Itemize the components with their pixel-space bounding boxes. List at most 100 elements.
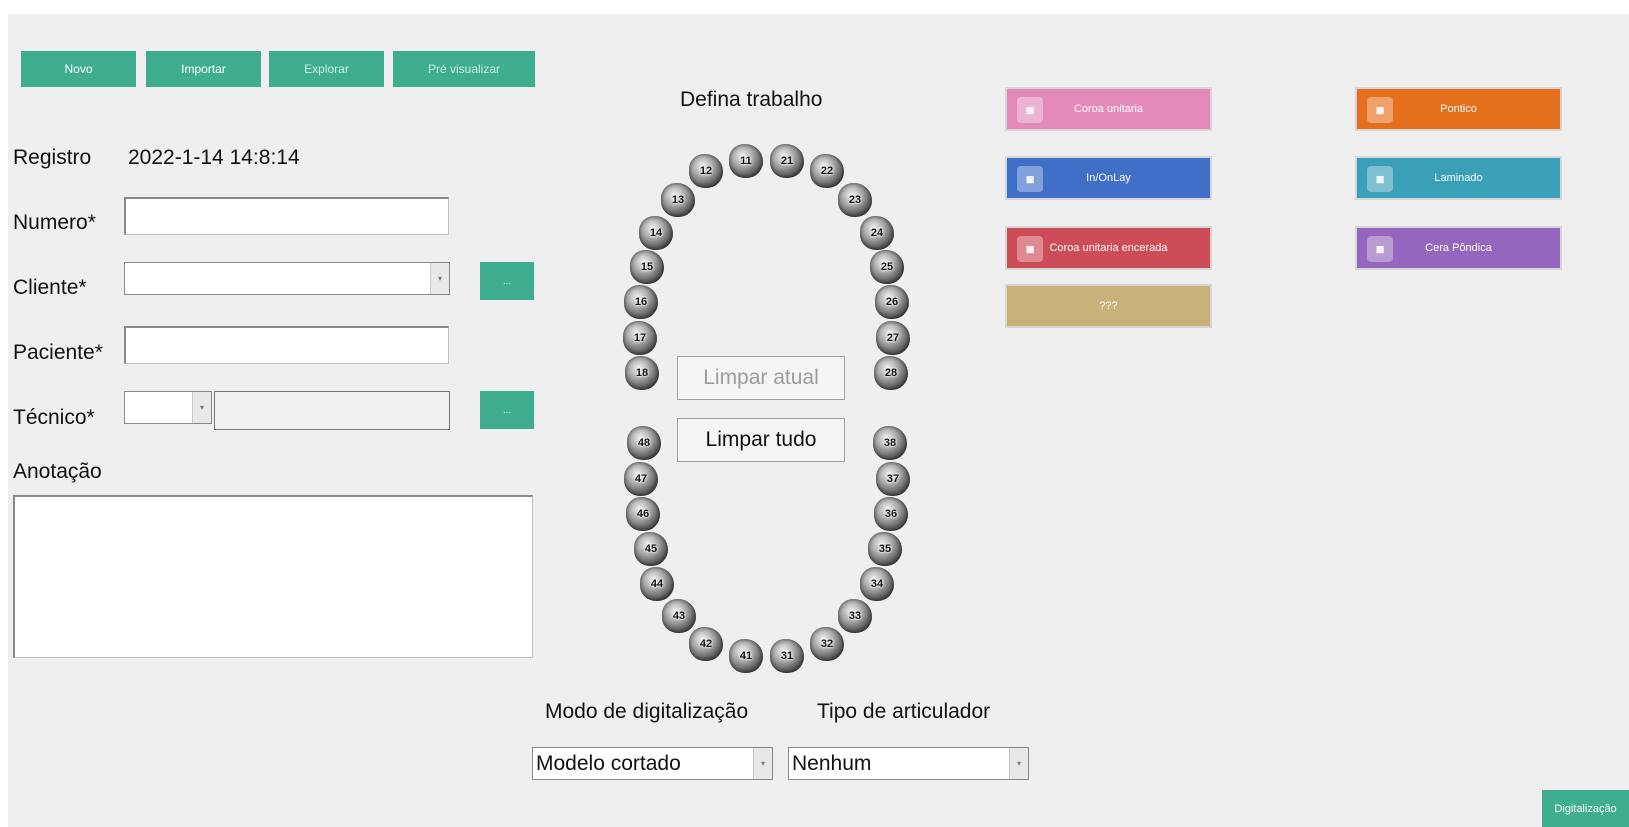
tooth-38[interactable]: 38 [873, 426, 907, 460]
cliente-browse-button[interactable]: ... [480, 262, 534, 300]
tooth-17[interactable]: 17 [623, 321, 657, 355]
limpar-atual-button[interactable]: Limpar atual [677, 356, 845, 400]
tecnico-name-field[interactable] [214, 391, 450, 430]
tooth-22[interactable]: 22 [810, 154, 844, 188]
tooth-number: 17 [633, 332, 647, 344]
tooth-number: 34 [870, 578, 884, 590]
tooth-43[interactable]: 43 [662, 599, 696, 633]
crown-icon: ■ [1017, 97, 1043, 123]
tooth-14[interactable]: 14 [639, 216, 673, 250]
work-type-button[interactable]: ■ Laminado [1355, 156, 1562, 200]
chevron-down-icon[interactable]: ▾ [430, 263, 449, 294]
modo-digitalizacao-select[interactable]: Modelo cortado ▾ [532, 747, 773, 780]
tipo-articulador-select[interactable]: Nenhum ▾ [788, 747, 1029, 780]
work-type-button[interactable]: ■ Pontico [1355, 87, 1562, 131]
tooth-number: 14 [649, 227, 663, 239]
tecnico-browse-button[interactable]: ... [480, 391, 534, 429]
tooth-number: 21 [780, 155, 794, 167]
numero-input[interactable] [124, 197, 449, 235]
work-type-button[interactable]: ■ Cera Pôndica [1355, 226, 1562, 270]
chevron-down-icon[interactable]: ▾ [1009, 748, 1028, 779]
tecnico-code-select[interactable]: ▾ [124, 391, 212, 424]
work-type-label: Coroa unitaria encerada [1049, 242, 1168, 254]
paciente-label: Paciente* [13, 341, 103, 364]
tooth-44[interactable]: 44 [640, 567, 674, 601]
limpar-tudo-button[interactable]: Limpar tudo [677, 418, 845, 462]
tooth-32[interactable]: 32 [810, 627, 844, 661]
tooth-23[interactable]: 23 [838, 183, 872, 217]
numero-label: Numero* [13, 211, 96, 234]
tooth-36[interactable]: 36 [874, 497, 908, 531]
tooth-11[interactable]: 11 [729, 144, 763, 178]
tooth-45[interactable]: 45 [634, 532, 668, 566]
work-type-button[interactable]: ??? [1005, 284, 1212, 328]
work-type-label: Cera Pôndica [1425, 242, 1492, 254]
tooth-31[interactable]: 31 [770, 639, 804, 673]
tooth-13[interactable]: 13 [661, 183, 695, 217]
chevron-down-icon[interactable]: ▾ [753, 748, 772, 779]
tooth-27[interactable]: 27 [876, 321, 910, 355]
tooth-21[interactable]: 21 [770, 144, 804, 178]
work-type-button[interactable]: ■ Coroa unitaria [1005, 87, 1212, 131]
tooth-34[interactable]: 34 [860, 567, 894, 601]
tooth-number: 23 [848, 194, 862, 206]
modo-digitalizacao-label: Modo de digitalização [545, 700, 749, 723]
tooth-46[interactable]: 46 [626, 497, 660, 531]
chart-title: Defina trabalho [680, 88, 823, 111]
tooth-number: 45 [644, 543, 658, 555]
cliente-label: Cliente* [13, 276, 87, 299]
tooth-number: 37 [886, 473, 900, 485]
novo-button[interactable]: Novo [21, 51, 136, 87]
tooth-35[interactable]: 35 [868, 532, 902, 566]
tooth-number: 15 [640, 261, 654, 273]
tooth-number: 12 [699, 165, 713, 177]
tipo-articulador-label: Tipo de articulador [817, 700, 991, 723]
tooth-number: 16 [634, 296, 648, 308]
registro-value: 2022-1-14 14:8:14 [128, 146, 300, 169]
tooth-48[interactable]: 48 [627, 426, 661, 460]
tooth-number: 41 [739, 650, 753, 662]
tooth-number: 48 [637, 437, 651, 449]
tooth-number: 31 [780, 650, 794, 662]
explorar-button[interactable]: Explorar [269, 51, 384, 87]
tooth-26[interactable]: 26 [875, 285, 909, 319]
tooth-25[interactable]: 25 [870, 250, 904, 284]
tooth-16[interactable]: 16 [624, 285, 658, 319]
registro-label: Registro [13, 146, 92, 169]
tooth-41[interactable]: 41 [729, 639, 763, 673]
work-type-label: ??? [1099, 300, 1118, 312]
inlay-icon: ■ [1017, 166, 1043, 192]
tooth-37[interactable]: 37 [876, 462, 910, 496]
tooth-number: 25 [880, 261, 894, 273]
importar-button[interactable]: Importar [146, 51, 261, 87]
tooth-number: 36 [884, 508, 898, 520]
tooth-24[interactable]: 24 [860, 216, 894, 250]
tooth-15[interactable]: 15 [630, 250, 664, 284]
tooth-number: 28 [884, 367, 898, 379]
digitalizacao-button[interactable]: Digitalização [1542, 790, 1629, 827]
pre-visualizar-button[interactable]: Pré visualizar [393, 51, 535, 87]
anotacao-textarea[interactable] [13, 495, 533, 658]
tooth-28[interactable]: 28 [874, 356, 908, 390]
pontic-icon: ■ [1367, 97, 1393, 123]
chevron-down-icon[interactable]: ▾ [192, 392, 211, 423]
tooth-18[interactable]: 18 [625, 356, 659, 390]
paciente-input[interactable] [124, 326, 449, 364]
tooth-number: 44 [650, 578, 664, 590]
tooth-number: 11 [740, 155, 752, 167]
work-type-label: In/OnLay [1086, 172, 1131, 184]
tooth-number: 33 [848, 610, 862, 622]
tooth-number: 46 [636, 508, 650, 520]
cliente-select[interactable]: ▾ [124, 262, 450, 295]
tooth-33[interactable]: 33 [838, 599, 872, 633]
work-type-button[interactable]: ■ Coroa unitaria encerada [1005, 226, 1212, 270]
tooth-42[interactable]: 42 [689, 627, 723, 661]
wax-pontic-icon: ■ [1367, 236, 1393, 262]
wax-crown-icon: ■ [1017, 236, 1043, 262]
veneer-icon: ■ [1367, 166, 1393, 192]
tooth-number: 32 [820, 638, 834, 650]
tooth-number: 47 [634, 473, 648, 485]
work-type-button[interactable]: ■ In/OnLay [1005, 156, 1212, 200]
tooth-12[interactable]: 12 [689, 154, 723, 188]
tooth-47[interactable]: 47 [624, 462, 658, 496]
